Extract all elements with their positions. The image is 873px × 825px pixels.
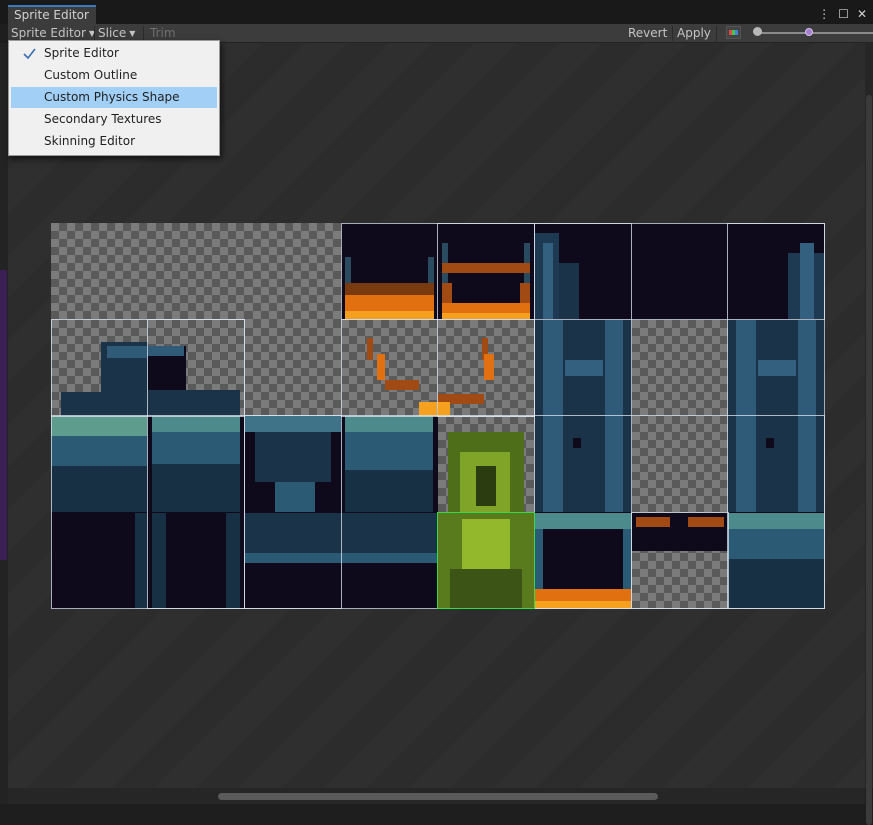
blue-channel-icon (735, 30, 738, 35)
zoom-slider-handle[interactable] (753, 27, 762, 36)
sprite-cell[interactable] (438, 319, 535, 416)
menu-item-secondary-textures[interactable]: Secondary Textures (11, 109, 217, 130)
horizontal-scrollbar[interactable] (8, 788, 865, 804)
sprite-cell[interactable] (728, 223, 825, 320)
menu-item-label: Custom Physics Shape (44, 90, 180, 104)
sprite-cell[interactable] (728, 512, 825, 609)
sprite-cell (51, 223, 148, 320)
toolbar-divider (143, 26, 144, 41)
sprite-cell[interactable] (728, 416, 825, 513)
editor-mode-menu: Sprite Editor Custom Outline Custom Phys… (8, 40, 220, 156)
background-window-edge (0, 270, 7, 560)
mode-dropdown-label: Sprite Editor (11, 26, 86, 40)
sprite-cell[interactable] (534, 319, 632, 416)
sprite-texture (51, 223, 825, 609)
sprite-cell[interactable] (534, 416, 632, 513)
horizontal-scrollbar-thumb[interactable] (218, 793, 658, 800)
sprite-cell (631, 416, 729, 513)
channel-toggle-button[interactable] (726, 26, 741, 39)
sprite-cell[interactable] (244, 416, 342, 513)
vertical-scrollbar[interactable] (865, 43, 873, 825)
sprite-cell[interactable] (341, 319, 438, 416)
revert-button[interactable]: Revert (628, 24, 667, 42)
menu-item-skinning-editor[interactable]: Skinning Editor (11, 131, 217, 152)
mip-level-marker-icon[interactable] (805, 28, 813, 36)
close-icon[interactable]: ✕ (857, 8, 867, 20)
sprite-cell[interactable] (631, 223, 729, 320)
sprite-cell[interactable] (438, 223, 535, 320)
menu-item-label: Skinning Editor (44, 134, 135, 148)
sprite-cell[interactable] (51, 319, 148, 416)
sprite-cell (147, 223, 245, 320)
menu-item-custom-outline[interactable]: Custom Outline (11, 65, 217, 86)
menu-item-label: Secondary Textures (44, 112, 162, 126)
sprite-cell[interactable] (631, 512, 729, 609)
menu-item-sprite-editor[interactable]: Sprite Editor (11, 43, 217, 64)
zoom-slider-track[interactable] (758, 32, 873, 34)
maximize-icon[interactable]: ☐ (838, 8, 849, 20)
sprite-cell (244, 223, 342, 320)
kebab-menu-icon[interactable]: ⋮ (818, 8, 830, 20)
toolbar-divider (716, 26, 717, 41)
sprite-cell[interactable] (341, 512, 438, 609)
sprite-cell[interactable] (341, 223, 438, 320)
sprite-cell[interactable] (341, 416, 438, 513)
sprite-cell[interactable] (438, 512, 535, 609)
toolbar-divider (672, 26, 673, 41)
vertical-scrollbar-thumb[interactable] (866, 95, 872, 825)
sprite-cell[interactable] (147, 319, 245, 416)
window-tabbar: Sprite Editor ⋮ ☐ ✕ (0, 5, 873, 24)
sprite-cell[interactable] (147, 416, 245, 513)
sprite-cell[interactable] (51, 416, 148, 513)
sprite-cell[interactable] (244, 512, 342, 609)
menu-item-label: Custom Outline (44, 68, 138, 82)
checkmark-icon (23, 48, 36, 60)
sprite-cell[interactable] (438, 416, 535, 513)
sprite-cell[interactable] (534, 512, 632, 609)
menu-item-label: Sprite Editor (44, 46, 119, 60)
tab-sprite-editor[interactable]: Sprite Editor (8, 5, 96, 24)
sprite-cell[interactable] (728, 319, 825, 416)
sprite-cell[interactable] (534, 223, 632, 320)
menu-item-custom-physics-shape[interactable]: Custom Physics Shape (11, 87, 217, 108)
chevron-down-icon: ▼ (129, 29, 136, 38)
apply-button[interactable]: Apply (677, 24, 711, 42)
toolbar-divider (94, 26, 95, 41)
slice-dropdown-label: Slice (98, 26, 127, 40)
sprite-cell[interactable] (147, 512, 245, 609)
sprite-cell (631, 319, 729, 416)
sprite-cell (244, 319, 342, 416)
window-controls: ⋮ ☐ ✕ (818, 8, 867, 20)
sprite-cell[interactable] (51, 512, 148, 609)
